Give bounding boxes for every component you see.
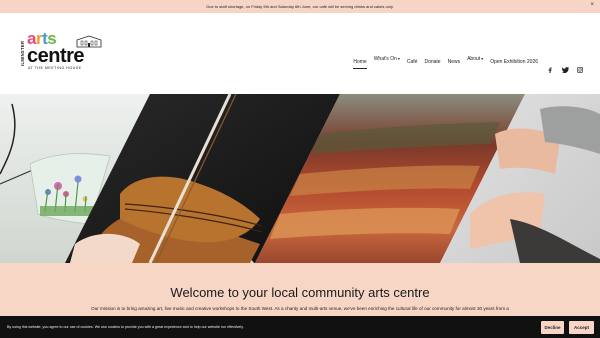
main-nav: Home What's On▾ Café Donate News About▾ … — [353, 56, 538, 69]
nav-news[interactable]: News — [448, 59, 461, 65]
cookie-banner: By using this website, you agree to our … — [0, 316, 600, 338]
logo-centre: centre — [27, 45, 85, 67]
nav-cafe[interactable]: Café — [407, 59, 418, 65]
site-logo[interactable]: ILMINSTER arts centre AT THE MEETING HOU… — [20, 30, 102, 73]
accept-button[interactable]: Accept — [569, 321, 594, 334]
site-header: ILMINSTER arts centre AT THE MEETING HOU… — [0, 13, 600, 94]
social-links — [547, 60, 583, 74]
nav-home[interactable]: Home — [353, 59, 368, 69]
welcome-title: Welcome to your local community arts cen… — [170, 285, 430, 300]
chevron-down-icon: ▾ — [397, 56, 400, 61]
announcement-bar: Due to staff shortage, on Friday 5th and… — [0, 0, 600, 13]
nav-whats-on[interactable]: What's On▾ — [374, 56, 400, 62]
facebook-icon[interactable] — [547, 60, 553, 73]
logo-tagline: AT THE MEETING HOUSE — [28, 66, 82, 70]
twitter-icon[interactable] — [561, 60, 569, 74]
announcement-text: Due to staff shortage, on Friday 5th and… — [206, 4, 394, 9]
decline-button[interactable]: Decline — [541, 321, 564, 334]
hero-image — [0, 94, 600, 263]
nav-about[interactable]: About▾ — [467, 56, 483, 62]
hero-collage — [0, 94, 600, 263]
cookie-text: By using this website, you agree to our … — [7, 325, 244, 329]
close-icon[interactable]: × — [590, 2, 594, 8]
instagram-icon[interactable] — [577, 60, 583, 73]
logo-side-text: ILMINSTER — [20, 40, 25, 66]
nav-open-exhibition[interactable]: Open Exhibition 2026 — [490, 59, 538, 65]
chevron-down-icon: ▾ — [481, 56, 484, 61]
nav-donate[interactable]: Donate — [424, 59, 440, 65]
welcome-body: Our mission is to bring amazing art, liv… — [91, 306, 509, 311]
